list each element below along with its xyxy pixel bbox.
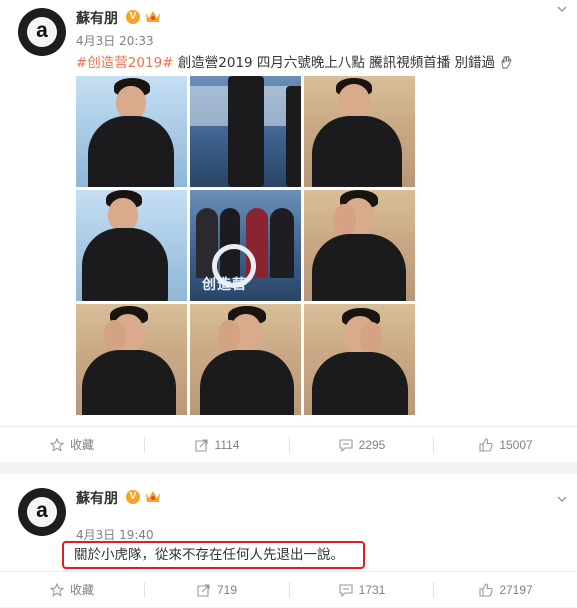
repost-button[interactable]: 719 [145,572,289,608]
chevron-down-icon[interactable] [557,494,567,504]
hand-emoji-icon [501,55,512,69]
photo-3[interactable] [304,76,415,187]
like-button[interactable]: 27197 [434,572,577,608]
favorite-label: 收藏 [69,438,94,452]
photo-9[interactable] [304,304,415,415]
avatar[interactable]: a [18,488,66,536]
favorite-button[interactable]: 收藏 [0,572,144,608]
image-overlay-text: 创造营 [202,277,247,293]
comment-button[interactable]: 1731 [290,572,434,608]
image-grid: 创造营 [76,76,415,416]
favorite-button[interactable]: 收藏 [0,427,144,463]
photo-5[interactable]: 创造营 [190,190,301,301]
verified-icon: V [126,10,140,24]
weibo-post-1: a 蘇有朋 V 4月3日 20:33 #创造营2019# 創造營2019 四月六… [0,0,577,462]
comment-icon [339,584,353,597]
like-icon [479,583,493,597]
like-count: 27197 [499,583,533,597]
like-count: 15007 [499,438,533,452]
photo-2[interactable] [190,76,301,187]
repost-button[interactable]: 1114 [145,427,289,463]
post-time[interactable]: 4月3日 20:33 [76,32,154,49]
photo-8[interactable] [190,304,301,415]
post-text-highlighted: 關於小虎隊，從來不存在任何人先退出一說。 [62,541,365,569]
comment-icon [339,439,353,452]
crown-icon[interactable] [145,489,161,503]
photo-1[interactable] [76,76,187,187]
repost-count: 1114 [214,438,240,452]
action-bar: 收藏 1114 2295 15007 [0,426,577,463]
star-icon [49,438,64,452]
comment-count: 1731 [358,583,386,597]
photo-7[interactable] [76,304,187,415]
star-icon [49,583,64,597]
photo-4[interactable] [76,190,187,301]
post-body: 創造營2019 四月六號晚上八點 騰訊視頻首播 別錯過 [173,55,496,71]
chevron-down-icon[interactable] [557,4,567,14]
like-icon [479,438,493,452]
action-bar: 收藏 719 1731 27197 [0,571,577,608]
avatar-letter: a [27,497,57,527]
favorite-label: 收藏 [69,583,94,597]
avatar[interactable]: a [18,8,66,56]
comment-count: 2295 [358,438,386,452]
comment-button[interactable]: 2295 [290,427,434,463]
post-text: #创造营2019# 創造營2019 四月六號晚上八點 騰訊視頻首播 別錯過 [76,51,513,71]
crown-icon[interactable] [145,9,161,23]
avatar-letter: a [27,17,57,47]
repost-icon [194,439,208,452]
repost-icon [197,584,210,597]
like-button[interactable]: 15007 [434,427,577,463]
username[interactable]: 蘇有朋 [76,488,118,508]
photo-6[interactable] [304,190,415,301]
hashtag-link[interactable]: #创造营2019# [76,55,173,71]
repost-count: 719 [216,583,238,597]
verified-icon: V [126,490,140,504]
username[interactable]: 蘇有朋 [76,8,118,28]
